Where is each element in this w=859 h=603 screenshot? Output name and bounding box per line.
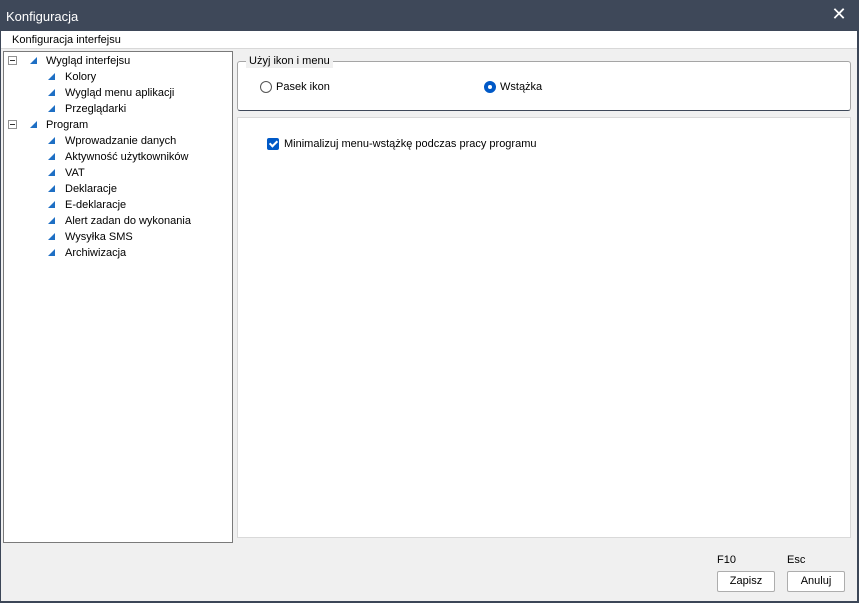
settings-panel: Użyj ikon i menu Pasek ikon Wstążka Mini… <box>235 51 855 542</box>
dialog-client: Konfiguracja interfejsu Wygląd interfejs… <box>1 31 857 601</box>
node-triangle-icon <box>30 57 37 64</box>
save-button[interactable]: Zapisz <box>717 571 775 592</box>
tree-item-label: Aktywność użytkowników <box>65 151 189 163</box>
collapse-icon[interactable] <box>8 120 17 129</box>
node-triangle-icon <box>48 89 55 96</box>
tree-item-label: Wprowadzanie danych <box>65 135 177 147</box>
icon-menu-groupbox: Użyj ikon i menu Pasek ikon Wstążka <box>237 54 851 111</box>
tree-item-wyglad-menu-aplikacji[interactable]: Wygląd menu aplikacji <box>8 85 228 101</box>
node-triangle-icon <box>48 217 55 224</box>
tree-item-wysylka-sms[interactable]: Wysyłka SMS <box>8 229 228 245</box>
tree-item-label: Przeglądarki <box>65 103 127 115</box>
tree-item-aktywnosc-uzytkownikow[interactable]: Aktywność użytkowników <box>8 149 228 165</box>
tree-item-alert-zadan[interactable]: Alert zadan do wykonania <box>8 213 228 229</box>
node-triangle-icon <box>48 233 55 240</box>
tab-strip: Konfiguracja interfejsu <box>1 31 857 49</box>
radio-circle-selected-icon[interactable] <box>484 81 496 93</box>
close-icon[interactable]: ✕ <box>819 0 859 31</box>
tree-item-deklaracje[interactable]: Deklaracje <box>8 181 228 197</box>
tree-item-label: VAT <box>65 167 85 179</box>
tree-item-label: Wysyłka SMS <box>65 231 133 243</box>
tree-item-przegladarki[interactable]: Przeglądarki <box>8 101 228 117</box>
collapse-icon[interactable] <box>8 56 17 65</box>
tree-item-label: Archiwizacja <box>65 247 127 259</box>
tree-item-label: Deklaracje <box>65 183 117 195</box>
options-panel: Minimalizuj menu-wstążkę podczas pracy p… <box>237 117 851 538</box>
tree-node-program[interactable]: Program <box>8 117 228 133</box>
settings-tree: Wygląd interfejsu Kolory Wygląd menu apl… <box>3 51 233 543</box>
node-triangle-icon <box>48 137 55 144</box>
tree-item-label: Kolory <box>65 71 97 83</box>
node-triangle-icon <box>48 153 55 160</box>
tree-item-label: Alert zadan do wykonania <box>65 215 191 227</box>
tab-konfiguracja-interfejsu[interactable]: Konfiguracja interfejsu <box>12 34 121 46</box>
node-triangle-icon <box>48 169 55 176</box>
tree-item-archiwizacja[interactable]: Archiwizacja <box>8 245 228 261</box>
checkbox-checked-icon[interactable] <box>267 138 279 150</box>
radio-circle-icon[interactable] <box>260 81 272 93</box>
tree-item-e-deklaracje[interactable]: E-deklaracje <box>8 197 228 213</box>
save-shortcut-hint: F10 <box>717 554 736 566</box>
tree-node-label: Wygląd interfejsu <box>46 55 131 67</box>
tree-item-vat[interactable]: VAT <box>8 165 228 181</box>
dialog-footer: F10 Esc Zapisz Anuluj <box>1 546 857 601</box>
window-title: Konfiguracja <box>6 9 79 24</box>
node-triangle-icon <box>48 249 55 256</box>
groupbox-legend: Użyj ikon i menu <box>246 54 333 68</box>
node-triangle-icon <box>30 121 37 128</box>
tree-node-wyglad-interfejsu[interactable]: Wygląd interfejsu <box>8 53 228 69</box>
tree-node-label: Program <box>46 119 89 131</box>
radio-label: Pasek ikon <box>276 81 330 93</box>
node-triangle-icon <box>48 185 55 192</box>
tree-item-label: E-deklaracje <box>65 199 127 211</box>
title-bar: Konfiguracja ✕ <box>0 0 859 31</box>
node-triangle-icon <box>48 201 55 208</box>
node-triangle-icon <box>48 73 55 80</box>
radio-label: Wstążka <box>500 81 543 93</box>
checkbox-label: Minimalizuj menu-wstążkę podczas pracy p… <box>284 138 537 150</box>
cancel-shortcut-hint: Esc <box>787 554 806 566</box>
cancel-button[interactable]: Anuluj <box>787 571 845 592</box>
node-triangle-icon <box>48 105 55 112</box>
tree-item-wprowadzanie-danych[interactable]: Wprowadzanie danych <box>8 133 228 149</box>
tree-item-kolory[interactable]: Kolory <box>8 69 228 85</box>
tree-item-label: Wygląd menu aplikacji <box>65 87 175 99</box>
